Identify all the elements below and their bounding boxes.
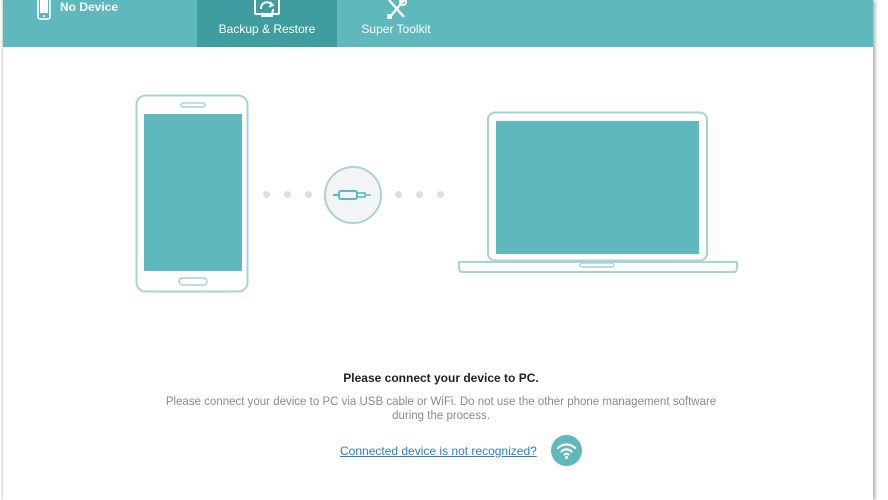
connector-dot [437, 191, 444, 198]
top-toolbar: No Device Backup & Restore Super Toolkit [3, 0, 873, 47]
tab-super-toolkit-label: Super Toolkit [361, 22, 431, 36]
device-not-recognized-link[interactable]: Connected device is not recognized? [340, 444, 537, 458]
tab-super-toolkit[interactable]: Super Toolkit [350, 0, 442, 47]
app-window: No Device Backup & Restore Super Toolkit [3, 0, 873, 500]
backup-restore-icon [254, 0, 280, 17]
tab-backup-restore-label: Backup & Restore [218, 22, 316, 36]
device-status-label: No Device [60, 0, 119, 14]
usb-cable-icon [324, 166, 382, 224]
phone-illustration [135, 94, 249, 293]
connect-description: Please connect your device to PC via USB… [165, 396, 717, 422]
wifi-connect-button[interactable] [551, 435, 582, 466]
phone-icon [37, 0, 51, 20]
connector-dot [305, 191, 312, 198]
connector-dot [395, 191, 402, 198]
connector-dot [284, 191, 291, 198]
tab-backup-restore[interactable]: Backup & Restore [197, 0, 337, 47]
connector-dot [263, 191, 270, 198]
laptop-illustration [458, 111, 738, 273]
connect-title: Please connect your device to PC. [343, 371, 539, 385]
wifi-icon [556, 443, 577, 459]
toolkit-icon [387, 0, 407, 19]
connector-dot [416, 191, 423, 198]
connection-illustration [3, 47, 873, 500]
